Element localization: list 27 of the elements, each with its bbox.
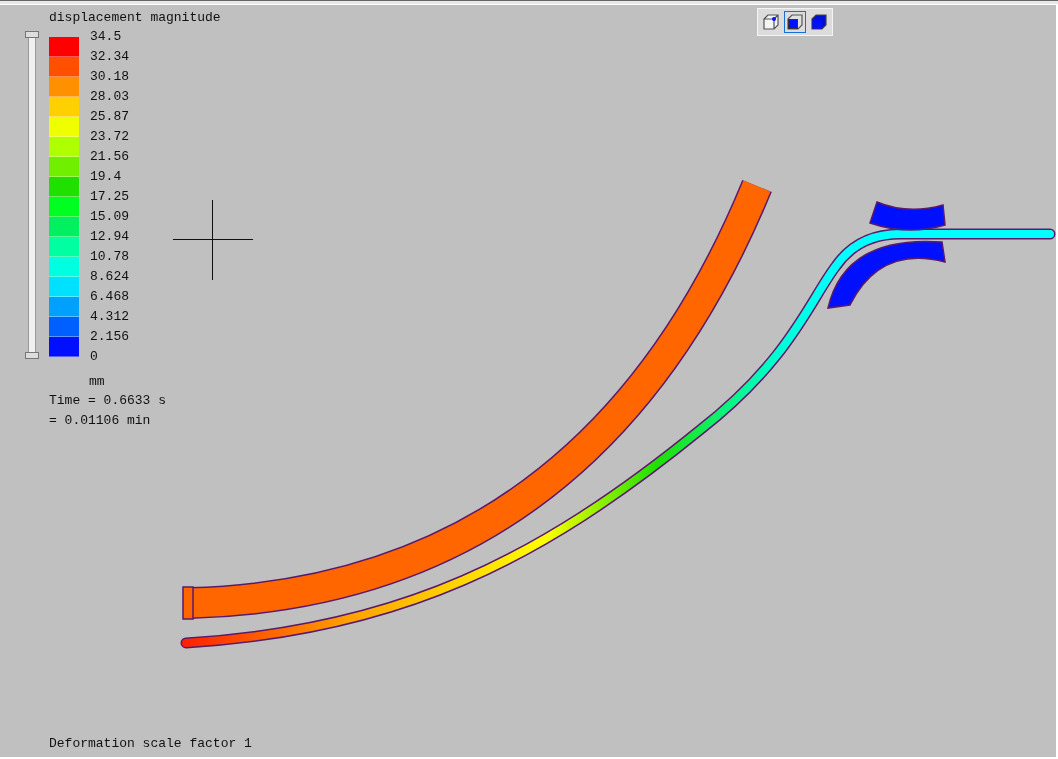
scale-label: 21.56 [90,148,129,166]
legend-title: displacement magnitude [49,11,221,25]
scale-label: 6.468 [90,288,129,306]
unit-label: mm [89,373,106,391]
scale-label: 8.624 [90,268,129,286]
shaded-edges-view-button[interactable] [784,11,806,33]
time-label: = 0.01106 min [49,412,152,430]
range-slider[interactable] [28,33,36,357]
wireframe-view-button[interactable] [760,11,782,33]
shaded-view-button[interactable] [808,11,830,33]
scale-label: 32.34 [90,48,129,66]
scale-label: 30.18 [90,68,129,86]
time-label: Time = 0.6633 s [49,392,168,410]
scale-label: 2.156 [90,328,129,346]
scale-factor-label: Deformation scale factor 1 [49,735,253,753]
scale-label: 17.25 [90,188,129,206]
scale-label: 15.09 [90,208,129,226]
scale-label: 12.94 [90,228,129,246]
scale-label: 34.5 [90,28,123,46]
scale-label: 0 [90,348,99,366]
scale-label: 23.72 [90,128,129,146]
scale-label: 19.4 [90,168,123,186]
crosshair-icon [173,200,253,280]
scale-label: 4.312 [90,308,129,326]
scale-label: 25.87 [90,108,129,126]
scale-label: 10.78 [90,248,129,266]
scale-label: 28.03 [90,88,129,106]
